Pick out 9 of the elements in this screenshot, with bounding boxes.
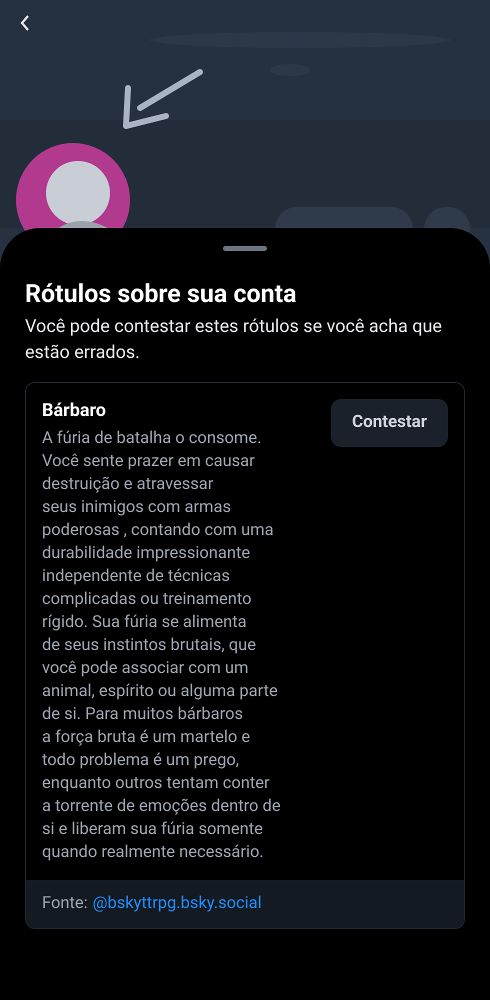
sheet-title: Rótulos sobre sua conta xyxy=(25,279,298,311)
contest-button[interactable]: Contestar xyxy=(331,399,448,447)
chevron-left-icon xyxy=(19,14,31,32)
source-link[interactable]: @bskyttrpg.bsky.social xyxy=(92,892,262,916)
sheet-subtitle: Você pode contestar estes rótulos se você acha que estão errados. xyxy=(25,315,443,365)
label-description: A fúria de batalha o consome. Você sente prazer em causar destruição e atravessar seus inimigos com armas poderosas , contando com uma durabilidade impressionante independente de técnicas complicadas ou treinamento rígido. Sua fúria se alimenta de seus instintos brutais, que você pode associar com um animal, espírito ou alguma parte de si. Para muitos bárbaros a força bruta é um martelo e todo problema é um prego, enquanto outros tentam conter a torrente de emoções dentro de si e liberam sua fúria somente quando realmente necessário. xyxy=(42,428,281,864)
label-name: Bárbaro xyxy=(42,399,107,423)
source-label: Fonte: xyxy=(42,893,88,915)
drag-handle[interactable] xyxy=(223,246,267,251)
